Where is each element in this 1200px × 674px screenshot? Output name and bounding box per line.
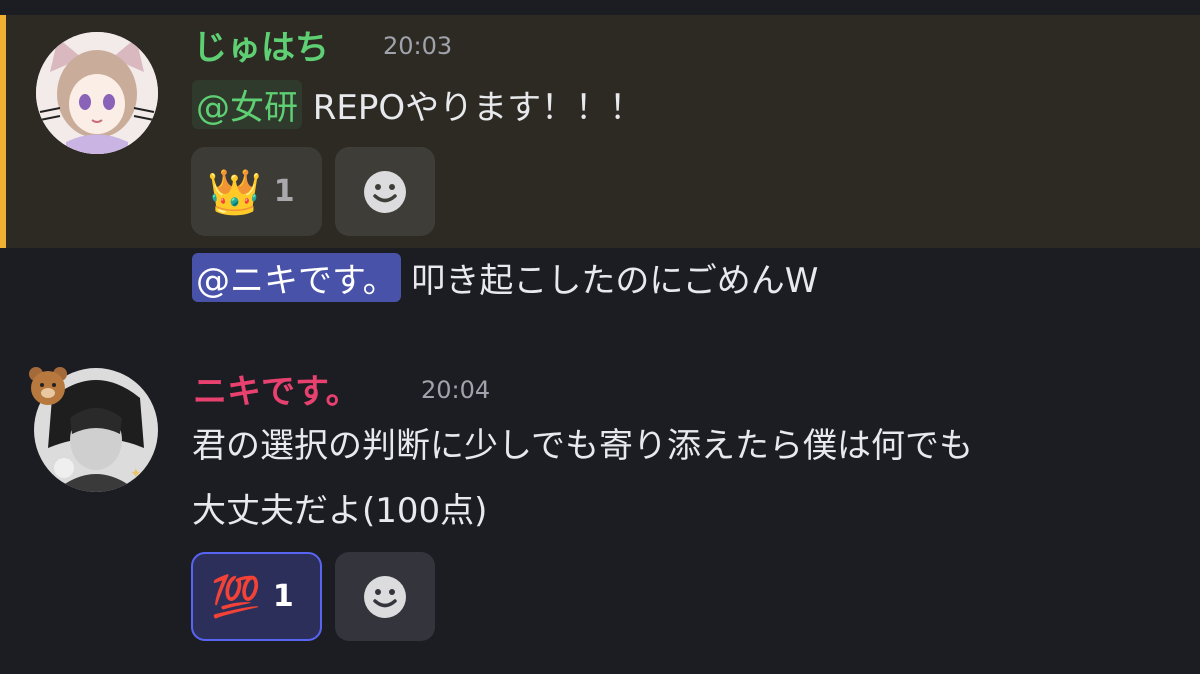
timestamp: 20:03: [383, 32, 453, 60]
reaction-crown[interactable]: 👑 1: [191, 147, 322, 236]
reaction-hundred[interactable]: 💯 1: [191, 552, 322, 641]
mention-highlight-bar: [0, 15, 6, 248]
add-reaction-button[interactable]: [335, 552, 435, 641]
timestamp: 20:04: [421, 376, 491, 404]
avatar-juhachi[interactable]: [36, 32, 158, 154]
message-content: @女研 REPOやります！！！: [192, 80, 643, 129]
reaction-count: 1: [273, 174, 295, 209]
author-name[interactable]: ニキです。: [193, 364, 360, 413]
avatar-anime-girl-icon: [36, 32, 158, 154]
user-mention[interactable]: @ニキです。: [192, 253, 401, 302]
message-text: 叩き起こしたのにごめんW: [400, 261, 819, 301]
smiley-add-reaction-icon: [364, 170, 406, 213]
add-reaction-button[interactable]: [335, 147, 435, 236]
hundred-points-emoji-icon: 💯: [211, 574, 261, 620]
message-text-line-2: 大丈夫だよ(100点): [192, 491, 488, 531]
message-highlighted: [0, 15, 1200, 248]
message-content: @ニキです。 叩き起こしたのにごめんW: [192, 253, 818, 302]
smiley-add-reaction-icon: [364, 575, 406, 618]
message-text: REPOやります！！！: [302, 88, 644, 128]
svg-text:✦: ✦: [130, 466, 142, 482]
reaction-count: 1: [272, 579, 294, 614]
author-name[interactable]: じゅはち: [193, 20, 329, 69]
message-text-line-1: 君の選択の判断に少しでも寄り添えたら僕は何でも: [192, 426, 973, 466]
bear-sticker-icon: [24, 362, 72, 410]
crown-emoji-icon: 👑: [207, 166, 262, 218]
role-mention[interactable]: @女研: [192, 80, 302, 129]
